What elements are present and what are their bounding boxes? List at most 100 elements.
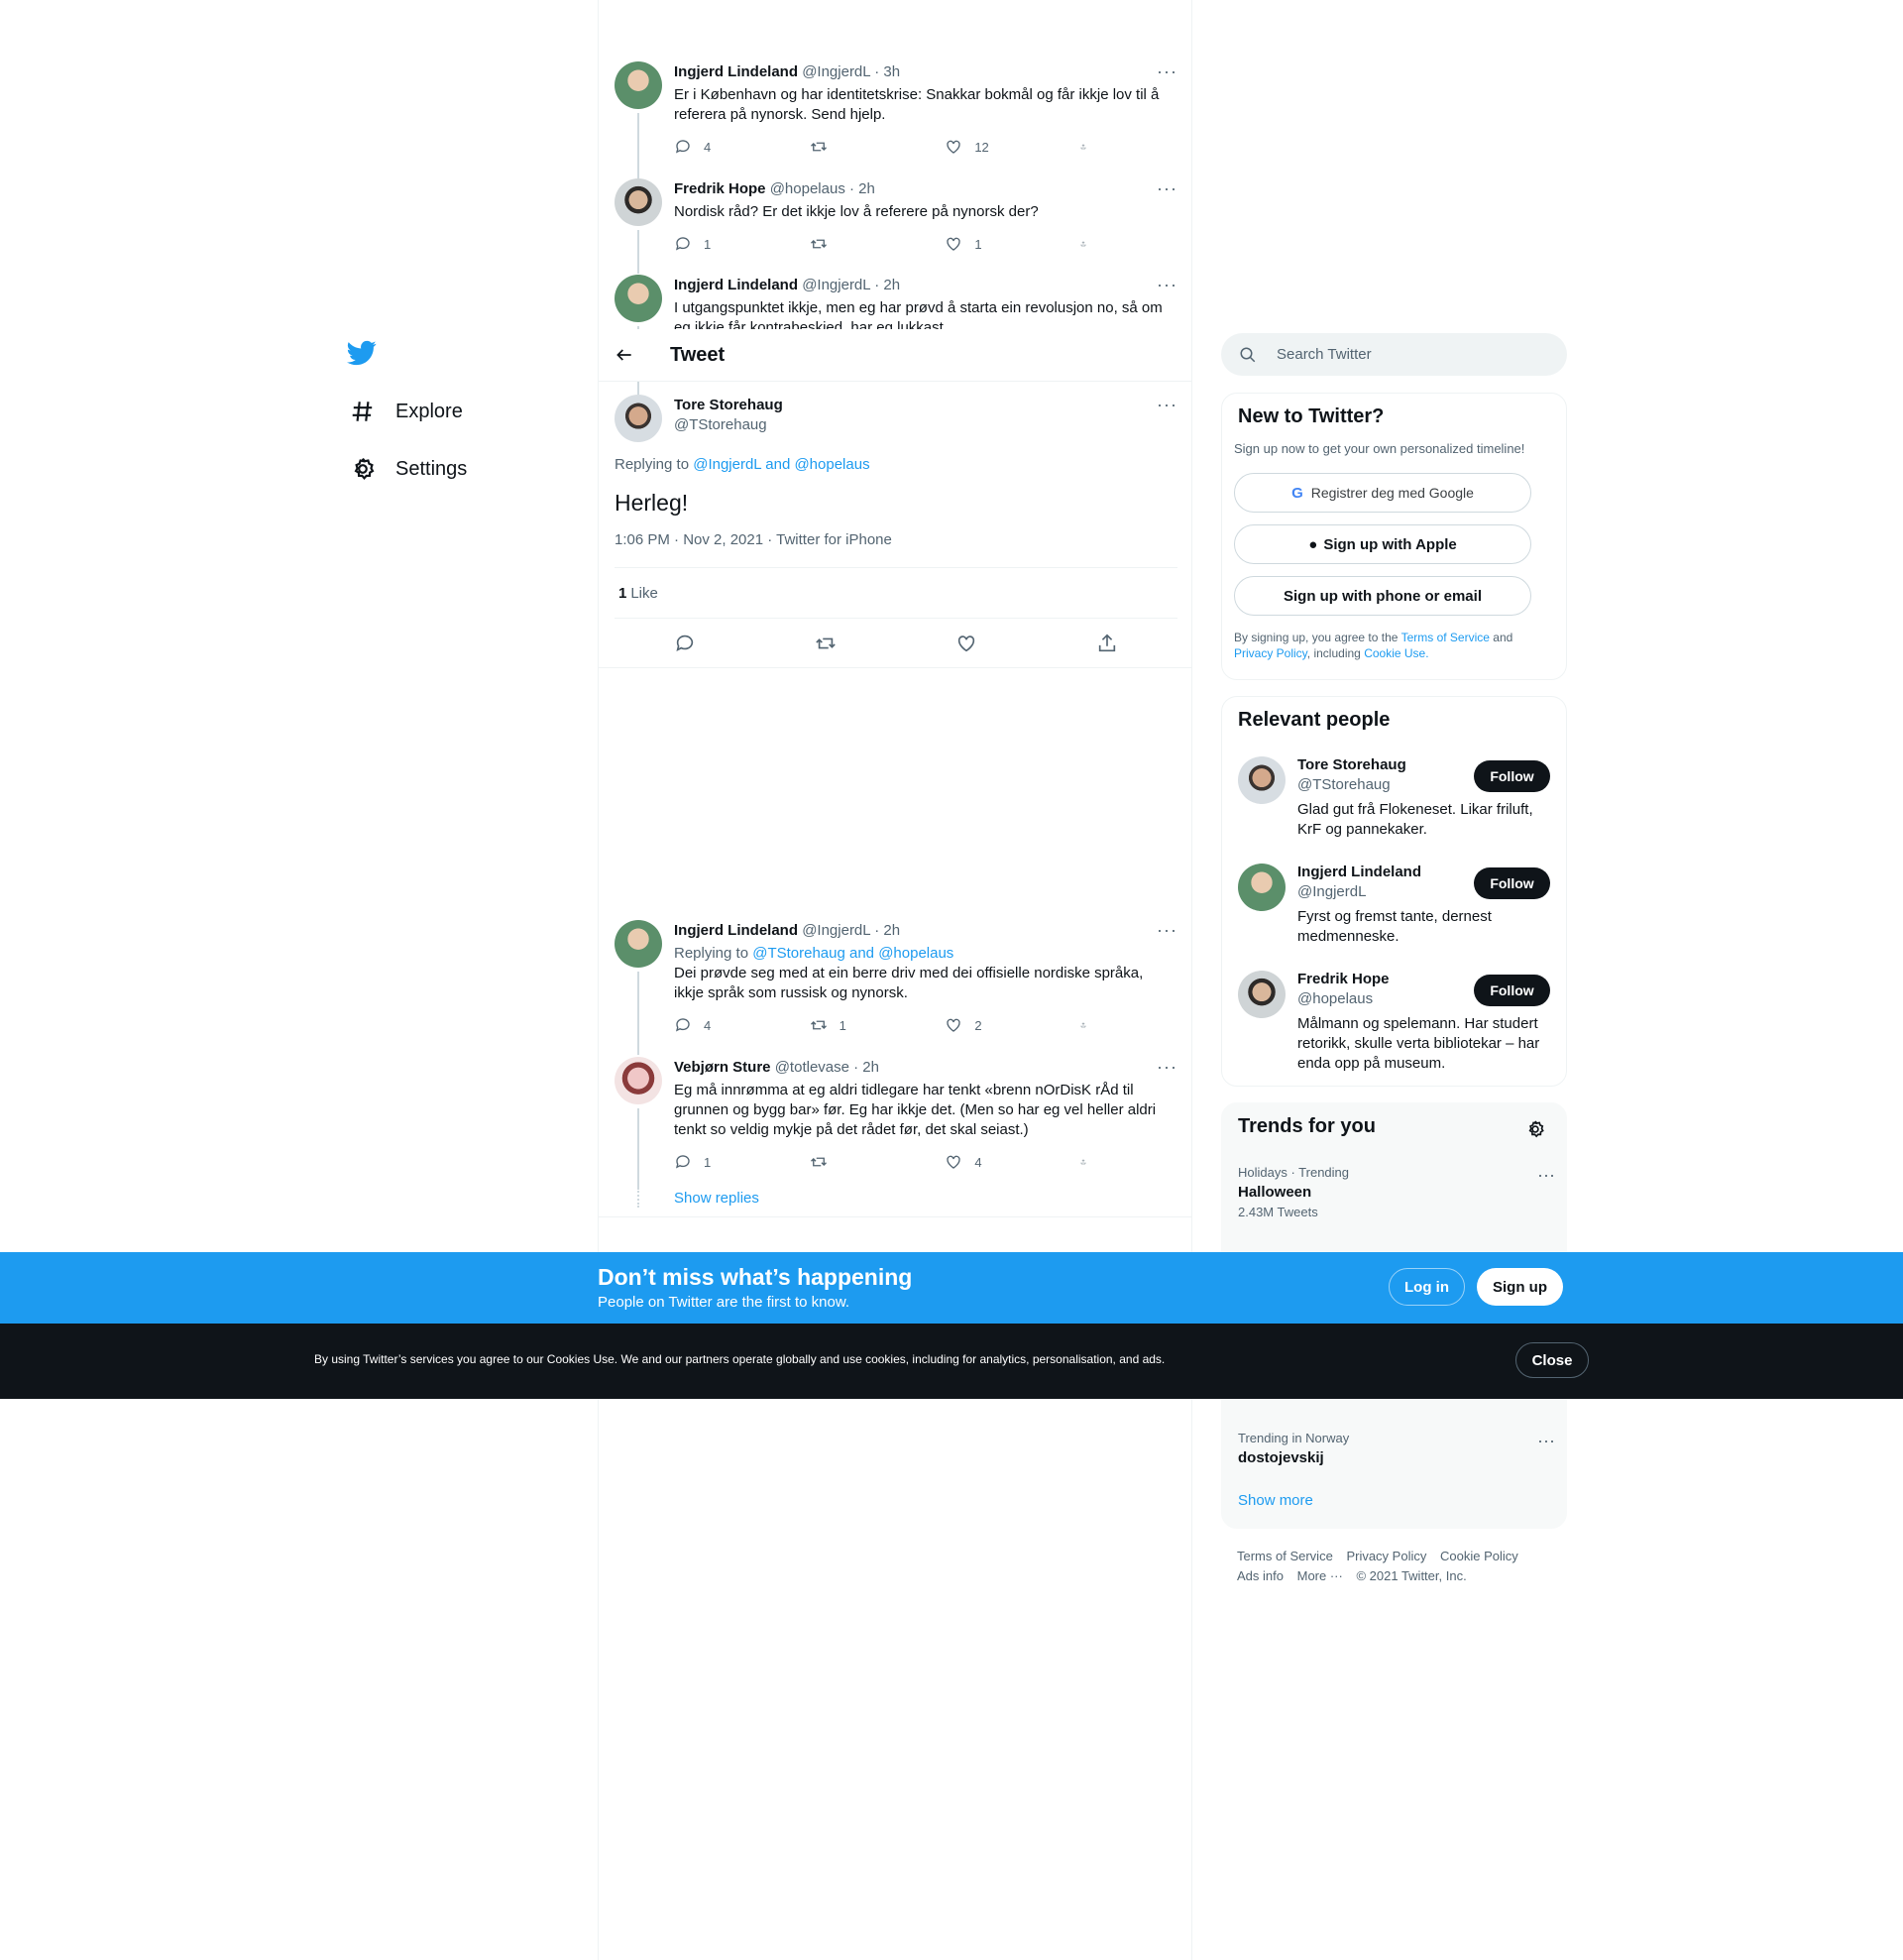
person-name[interactable]: Fredrik Hope	[1297, 971, 1390, 987]
show-replies-row[interactable]: Show replies	[599, 1186, 1191, 1217]
author-name[interactable]: Fredrik Hope	[674, 180, 766, 197]
reply-button[interactable]: 1	[674, 234, 763, 254]
more-icon[interactable]: ···	[1537, 1165, 1555, 1186]
tweet-time[interactable]: · 3h	[874, 63, 900, 80]
footer-terms[interactable]: Terms of Service	[1237, 1549, 1333, 1563]
privacy-link[interactable]: Privacy Policy	[1234, 646, 1307, 660]
replying-to-link[interactable]: @IngjerdL and @hopelaus	[693, 456, 869, 473]
likes-label[interactable]: Like	[630, 585, 658, 602]
login-button[interactable]: Log in	[1389, 1268, 1465, 1306]
more-icon[interactable]: ···	[1157, 275, 1177, 295]
retweet-button[interactable]: 1	[810, 1015, 899, 1035]
share-button[interactable]	[1080, 137, 1098, 157]
follow-button[interactable]: Follow	[1474, 975, 1550, 1006]
thread-tweet-2[interactable]: Fredrik Hope @hopelaus · 2h ··· Nordisk …	[599, 174, 1191, 274]
avatar[interactable]	[615, 178, 662, 226]
retweet-button[interactable]	[810, 234, 899, 254]
reply-button[interactable]: 1	[674, 1152, 763, 1172]
phone-signup-button[interactable]: Sign up with phone or email	[1234, 576, 1531, 616]
more-icon[interactable]: ···	[1157, 1057, 1177, 1078]
more-icon[interactable]: ···	[1157, 61, 1177, 82]
apple-signup-button[interactable]: ● Sign up with Apple	[1234, 524, 1531, 564]
footer-cookie[interactable]: Cookie Policy	[1440, 1549, 1518, 1563]
twitter-logo-icon[interactable]	[342, 333, 382, 373]
replying-to-link[interactable]: @TStorehaug and @hopelaus	[752, 945, 953, 962]
author-handle[interactable]: @hopelaus	[770, 180, 845, 197]
person-name[interactable]: Tore Storehaug	[1297, 756, 1406, 773]
search-input[interactable]: Search Twitter	[1221, 333, 1567, 376]
more-icon[interactable]: ···	[1157, 920, 1177, 941]
person-handle[interactable]: @hopelaus	[1297, 990, 1373, 1007]
tweet-meta[interactable]: 1:06 PM · Nov 2, 2021 · Twitter for iPho…	[615, 531, 892, 548]
google-signup-button[interactable]: G Registrer deg med Google	[1234, 473, 1531, 513]
like-button[interactable]: 2	[945, 1015, 1034, 1035]
retweet-button[interactable]	[810, 137, 899, 157]
avatar[interactable]	[615, 395, 662, 442]
avatar[interactable]	[1238, 756, 1286, 804]
avatar[interactable]	[615, 275, 662, 322]
tweet-time[interactable]: · 2h	[853, 1059, 879, 1076]
author-name[interactable]: Ingjerd Lindeland	[674, 277, 798, 293]
trend-item[interactable]: Trending in Norway dostojevskij ···	[1238, 1431, 1555, 1466]
show-more-link[interactable]: Show more	[1238, 1492, 1313, 1509]
trend-item[interactable]: Holidays · Trending Halloween 2.43M Twee…	[1238, 1165, 1555, 1219]
reply-tweet-2[interactable]: Vebjørn Sture @totlevase · 2h ··· Eg må …	[599, 1057, 1191, 1188]
author-handle[interactable]: @totlevase	[775, 1059, 849, 1076]
tweet-header: Fredrik Hope @hopelaus · 2h	[674, 180, 875, 197]
author-name[interactable]: Ingjerd Lindeland	[674, 922, 798, 939]
gear-icon	[354, 457, 375, 480]
footer-ads[interactable]: Ads info	[1237, 1568, 1284, 1583]
reply-tweet-1[interactable]: Ingjerd Lindeland @IngjerdL · 2h ··· Rep…	[599, 920, 1191, 1055]
focal-tweet: Tore Storehaug @TStorehaug ··· Replying …	[599, 383, 1191, 668]
avatar[interactable]	[615, 1057, 662, 1104]
back-arrow-icon[interactable]	[615, 345, 634, 365]
avatar[interactable]	[1238, 971, 1286, 1018]
show-replies-link[interactable]: Show replies	[674, 1190, 759, 1207]
tweet-time[interactable]: · 2h	[874, 277, 900, 293]
author-handle[interactable]: @TStorehaug	[674, 416, 767, 433]
person-name[interactable]: Ingjerd Lindeland	[1297, 864, 1421, 880]
person-handle[interactable]: @IngjerdL	[1297, 883, 1366, 900]
reply-icon[interactable]	[674, 633, 696, 654]
more-icon[interactable]: ···	[1537, 1431, 1555, 1451]
follow-button[interactable]: Follow	[1474, 867, 1550, 899]
retweet-button[interactable]	[810, 1152, 899, 1172]
nav-settings[interactable]: Settings	[342, 440, 590, 498]
share-button[interactable]	[1080, 1015, 1098, 1035]
author-handle[interactable]: @IngjerdL	[802, 277, 870, 293]
thread-tweet-1[interactable]: Ingjerd Lindeland @IngjerdL · 3h ··· Er …	[599, 61, 1191, 178]
cookie-close-button[interactable]: Close	[1515, 1342, 1589, 1378]
footer-more[interactable]: More ···	[1297, 1568, 1343, 1583]
more-icon[interactable]: ···	[1157, 178, 1177, 199]
cookie-link[interactable]: Cookie Use.	[1364, 646, 1428, 660]
more-icon[interactable]: ···	[1157, 395, 1177, 415]
nav-explore[interactable]: Explore	[342, 383, 590, 440]
reply-button[interactable]: 4	[674, 1015, 763, 1035]
share-button[interactable]	[1080, 1152, 1098, 1172]
retweet-icon[interactable]	[815, 633, 837, 654]
avatar[interactable]	[615, 61, 662, 109]
likes-count[interactable]: 1	[618, 585, 626, 602]
reply-button[interactable]: 4	[674, 137, 763, 157]
author-name[interactable]: Tore Storehaug	[674, 397, 783, 413]
share-button[interactable]	[1080, 234, 1098, 254]
author-handle[interactable]: @IngjerdL	[802, 63, 870, 80]
tweet-time[interactable]: · 2h	[874, 922, 900, 939]
tweet-time[interactable]: · 2h	[849, 180, 875, 197]
share-icon[interactable]	[1096, 633, 1118, 654]
signup-button[interactable]: Sign up	[1477, 1268, 1563, 1306]
follow-button[interactable]: Follow	[1474, 760, 1550, 792]
author-name[interactable]: Ingjerd Lindeland	[674, 63, 798, 80]
like-button[interactable]: 1	[945, 234, 1034, 254]
avatar[interactable]	[1238, 864, 1286, 911]
author-handle[interactable]: @IngjerdL	[802, 922, 870, 939]
author-name[interactable]: Vebjørn Sture	[674, 1059, 771, 1076]
terms-link[interactable]: Terms of Service	[1401, 631, 1490, 644]
like-button[interactable]: 4	[945, 1152, 1034, 1172]
footer-privacy[interactable]: Privacy Policy	[1346, 1549, 1426, 1563]
gear-icon[interactable]	[1525, 1119, 1545, 1139]
person-handle[interactable]: @TStorehaug	[1297, 776, 1391, 793]
like-button[interactable]: 12	[945, 137, 1034, 157]
heart-icon[interactable]	[955, 633, 977, 654]
avatar[interactable]	[615, 920, 662, 968]
